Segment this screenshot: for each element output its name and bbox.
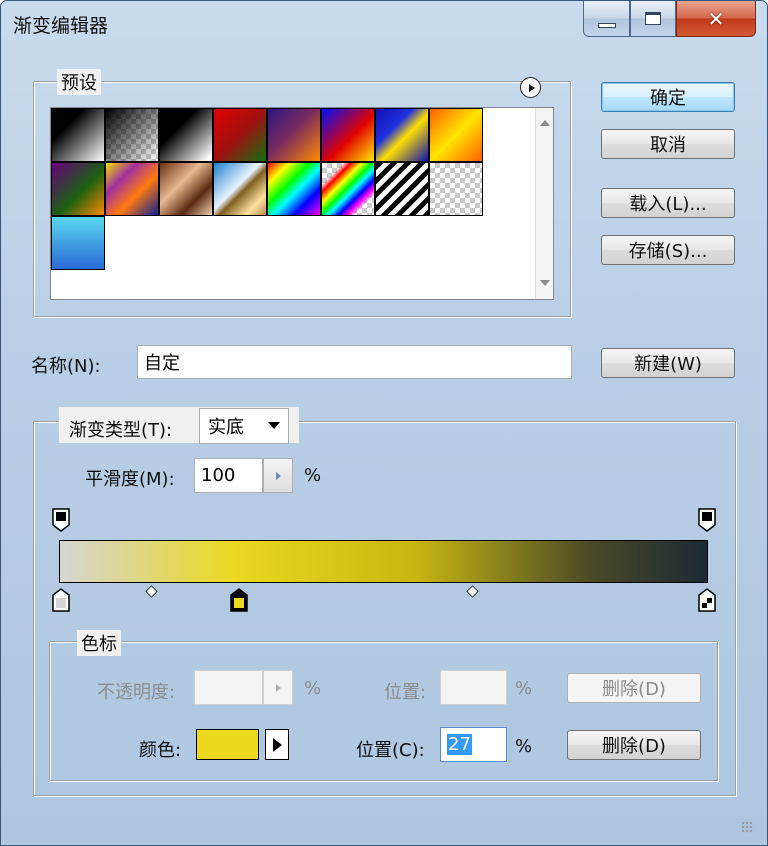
gradient-type-label: 渐变类型(T): [69,420,173,441]
color-label: 颜色: [139,740,182,761]
opacity-label: 不透明度: [97,682,176,703]
cancel-button[interactable]: 取消 [601,129,735,159]
gradient-type-dropdown[interactable]: 实底 [199,408,289,444]
preset-swatch[interactable] [51,108,105,162]
scroll-up-arrow-icon[interactable] [540,120,550,126]
smoothness-unit: % [304,465,322,486]
close-button[interactable]: ✕ [676,1,756,37]
gradient-preview-bar[interactable] [59,540,708,583]
location-value: 27 [447,734,472,755]
maximize-icon [645,12,661,25]
preset-swatch[interactable] [51,162,105,216]
preset-swatch[interactable] [321,108,375,162]
location-unit: % [515,736,533,757]
preset-swatch[interactable] [105,162,159,216]
smoothness-label: 平滑度(M): [85,469,175,490]
new-button[interactable]: 新建(W) [601,348,735,378]
opacity-location-input[interactable] [440,670,507,705]
presets-scrollbar[interactable] [535,108,553,299]
smoothness-stepper[interactable] [263,458,293,493]
delete-button[interactable]: 删除(D) [567,730,701,760]
preset-swatch[interactable] [267,162,321,216]
presets-grid[interactable] [50,107,554,300]
opacity-stop-right[interactable] [698,508,716,532]
preset-swatch[interactable] [375,162,429,216]
preset-swatch[interactable] [51,216,105,270]
preset-swatch[interactable] [159,108,213,162]
preset-swatch[interactable] [375,108,429,162]
opacity-stop-left[interactable] [52,508,70,532]
preset-swatch[interactable] [429,162,483,216]
slider-arrow-icon [275,471,281,480]
window-title: 渐变编辑器 [13,15,109,37]
preset-swatch[interactable] [105,108,159,162]
close-icon: ✕ [707,6,725,31]
opacity-location-unit: % [515,678,533,699]
scroll-down-arrow-icon[interactable] [540,280,550,286]
color-menu-button[interactable] [265,729,289,760]
color-stop[interactable] [52,588,70,612]
maximize-button[interactable] [630,1,676,37]
preset-swatch[interactable] [429,108,483,162]
preset-swatch[interactable] [159,162,213,216]
opacity-unit: % [304,678,322,699]
color-stop-selected[interactable] [230,588,248,612]
location-label: 位置(C): [356,740,425,761]
color-stop[interactable] [698,588,716,612]
load-button[interactable]: 载入(L)... [601,188,735,218]
smoothness-input[interactable]: 100 [194,458,263,493]
opacity-stepper[interactable] [263,670,293,705]
opacity-delete-button[interactable]: 删除(D) [567,673,701,703]
slider-arrow-icon [275,683,281,692]
gradient-type-value: 实底 [208,417,244,438]
resize-grip[interactable] [741,821,753,833]
minimize-icon [597,23,616,28]
stop-color-swatch[interactable] [196,729,259,760]
minimize-button[interactable] [583,1,630,37]
preset-swatch[interactable] [321,162,375,216]
preset-swatch[interactable] [213,162,267,216]
ok-button[interactable]: 确定 [601,82,735,112]
presets-label: 预设 [57,69,101,95]
name-input[interactable]: 自定 [137,345,572,379]
triangle-right-icon [272,737,282,752]
circle-arrow-icon [528,83,535,92]
presets-menu-button[interactable] [520,77,541,98]
preset-swatch[interactable] [213,108,267,162]
location-input[interactable]: 27 [440,727,507,762]
color-stops-label: 色标 [77,630,121,656]
gradient-editor-window: 渐变编辑器 ✕ 预设 确定 取消 载入(L)... 存储(S)... 新建(W)… [0,0,768,846]
save-button[interactable]: 存储(S)... [601,235,735,265]
chevron-down-icon [268,422,280,429]
title-bar[interactable]: 渐变编辑器 ✕ [1,1,767,47]
preset-swatch[interactable] [267,108,321,162]
opacity-input[interactable] [194,670,263,705]
opacity-location-label: 位置: [384,682,427,703]
name-label: 名称(N): [31,356,101,377]
